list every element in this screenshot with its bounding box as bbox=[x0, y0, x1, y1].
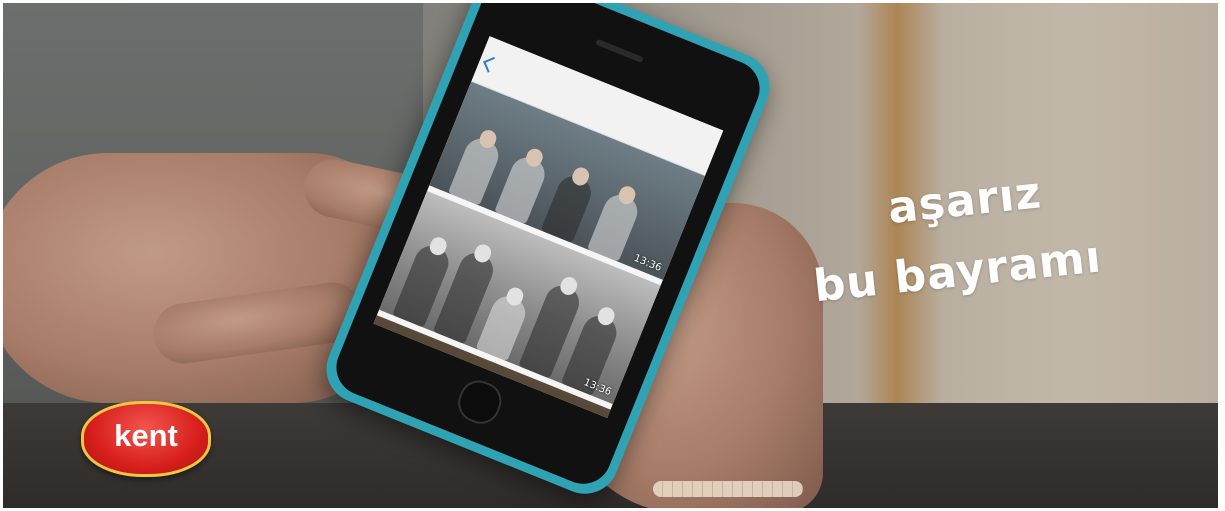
photo-person bbox=[494, 152, 550, 225]
phone-earpiece bbox=[595, 38, 644, 64]
photo-face bbox=[395, 358, 418, 381]
back-icon[interactable] bbox=[483, 56, 499, 73]
photo-person bbox=[540, 171, 597, 244]
photo-person bbox=[586, 189, 643, 262]
photo-person bbox=[447, 133, 504, 206]
photo-face bbox=[438, 386, 461, 409]
logo-text: kent bbox=[114, 418, 178, 453]
photo-timestamp: 13:36 bbox=[632, 252, 664, 274]
kent-logo: kent bbox=[81, 401, 211, 477]
home-button[interactable] bbox=[452, 374, 508, 430]
bracelet bbox=[653, 481, 803, 497]
photo-person bbox=[475, 291, 531, 362]
slogan-text: aşarız bu bayramı bbox=[803, 153, 1105, 322]
video-frame: 13:36 13:36 aşarız bu bayramı kent bbox=[3, 3, 1218, 508]
